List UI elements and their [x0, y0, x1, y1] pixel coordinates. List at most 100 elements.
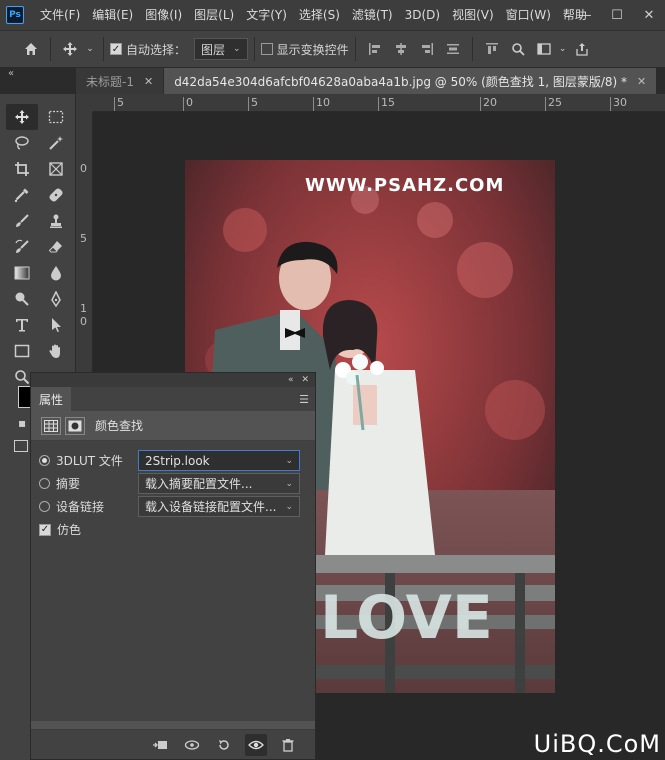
close-icon[interactable]: ✕: [144, 75, 153, 88]
search-icon[interactable]: [505, 36, 531, 62]
eye-icon[interactable]: [245, 733, 267, 756]
separator: [354, 37, 356, 61]
healing-brush-tool-icon[interactable]: [40, 182, 72, 208]
ruler-tick: 5: [117, 96, 124, 109]
crop-tool-icon[interactable]: [6, 156, 38, 182]
auto-select-dropdown[interactable]: 图层 ⌄: [194, 38, 248, 60]
lasso-tool-icon[interactable]: [6, 130, 38, 156]
gradient-tool-icon[interactable]: [6, 260, 38, 286]
dither-checkbox[interactable]: ✓: [39, 523, 51, 536]
row-dither: ✓ 仿色: [31, 518, 315, 541]
move-tool-icon[interactable]: [6, 104, 38, 130]
menu-window[interactable]: 窗口(W): [500, 0, 557, 30]
collapse-toolbox-icon[interactable]: «: [8, 68, 14, 79]
layer-mask-icon[interactable]: [65, 416, 85, 435]
brush-tool-icon[interactable]: [6, 208, 38, 234]
radio-device-link[interactable]: [39, 501, 50, 512]
show-transform-label: 显示变换控件: [276, 42, 349, 57]
path-select-tool-icon[interactable]: [40, 312, 72, 338]
type-tool-icon[interactable]: [6, 312, 38, 338]
ruler-top: 5 0 5 10 15 20 25 30: [93, 94, 665, 112]
panel-topbar: « ✕: [31, 373, 315, 387]
select-device-link-profile[interactable]: 载入设备链接配置文件... ⌄: [138, 496, 300, 517]
menu-image[interactable]: 图像(I): [139, 0, 188, 30]
frame-tool-icon[interactable]: [40, 156, 72, 182]
separator: [50, 37, 51, 61]
dodge-tool-icon[interactable]: [6, 286, 38, 312]
menu-view[interactable]: 视图(V): [446, 0, 500, 30]
home-icon[interactable]: [18, 36, 44, 62]
label-abstract: 摘要: [56, 477, 81, 491]
menu-3d[interactable]: 3D(D): [399, 0, 446, 30]
hand-tool-icon[interactable]: [40, 338, 72, 364]
window-controls: — ☐ ✕: [569, 0, 665, 30]
blur-tool-icon[interactable]: [40, 260, 72, 286]
workspace-icon[interactable]: [531, 36, 557, 62]
radio-abstract[interactable]: [39, 478, 50, 489]
select-abstract-profile[interactable]: 载入摘要配置文件... ⌄: [138, 473, 300, 494]
ruler-tick: 5: [251, 96, 258, 109]
auto-select-checkbox[interactable]: ✓: [110, 43, 122, 55]
tab-untitled[interactable]: 未标题-1 ✕: [76, 68, 165, 94]
menu-layer[interactable]: 图层(L): [188, 0, 240, 30]
rectangle-tool-icon[interactable]: [6, 338, 38, 364]
ruler-tick: 0: [186, 96, 193, 109]
row-3dlut: 3DLUT 文件 2Strip.look ⌄: [31, 449, 315, 472]
eraser-tool-icon[interactable]: [40, 234, 72, 260]
close-button[interactable]: ✕: [633, 0, 665, 30]
share-icon[interactable]: [569, 36, 595, 62]
ruler-line: [378, 97, 379, 111]
select-3dlut-value: 2Strip.look: [145, 453, 210, 468]
align-center-icon[interactable]: [388, 36, 414, 62]
ruler-tick: 30: [613, 96, 627, 109]
menu-select[interactable]: 选择(S): [293, 0, 346, 30]
magic-wand-tool-icon[interactable]: [40, 130, 72, 156]
chevron-down-icon[interactable]: ⌄: [557, 36, 569, 62]
ruler-line: [248, 97, 249, 111]
chevron-down-icon: ⌄: [285, 455, 293, 466]
history-brush-tool-icon[interactable]: [6, 234, 38, 260]
ruler-tick: 5: [80, 232, 87, 245]
properties-footer: [31, 729, 315, 759]
align-right-icon[interactable]: [414, 36, 440, 62]
move-icon[interactable]: [57, 36, 83, 62]
panel-menu-icon[interactable]: ☰: [299, 393, 309, 406]
menu-edit[interactable]: 编辑(E): [86, 0, 139, 30]
select-3dlut-file[interactable]: 2Strip.look ⌄: [138, 450, 300, 471]
align-top-icon[interactable]: [479, 36, 505, 62]
menu-type[interactable]: 文字(Y): [240, 0, 293, 30]
maximize-button[interactable]: ☐: [601, 0, 633, 30]
stamp-tool-icon[interactable]: [40, 208, 72, 234]
view-previous-state-icon[interactable]: [181, 734, 203, 756]
align-left-icon[interactable]: [362, 36, 388, 62]
adjustment-title: 颜色查找: [95, 419, 144, 433]
close-icon[interactable]: ✕: [637, 75, 646, 88]
svg-text:LOVE: LOVE: [320, 583, 493, 653]
distribute-icon[interactable]: [440, 36, 466, 62]
tab-current-document[interactable]: d42da54e304d6afcbf04628a0aba4a1b.jpg @ 5…: [164, 68, 658, 94]
close-panel-icon[interactable]: ✕: [301, 375, 309, 385]
menu-filter[interactable]: 滤镜(T): [346, 0, 399, 30]
collapse-panel-icon[interactable]: «: [288, 375, 294, 385]
adjustment-grid-icon[interactable]: [41, 416, 61, 435]
trash-icon[interactable]: [277, 734, 299, 756]
tab-properties[interactable]: 属性: [31, 387, 72, 411]
tab-label: 未标题-1: [86, 74, 134, 89]
ruler-corner: [76, 94, 93, 112]
ruler-tick: 1: [80, 302, 87, 315]
quick-mask-icon[interactable]: [14, 440, 28, 452]
ruler-tick: 0: [80, 315, 87, 328]
select-abstract-value: 载入摘要配置文件...: [145, 477, 253, 491]
menu-file[interactable]: 文件(F): [34, 0, 86, 30]
reset-icon[interactable]: [213, 734, 235, 756]
radio-3dlut[interactable]: [39, 455, 50, 466]
eyedropper-tool-icon[interactable]: [6, 182, 38, 208]
chevron-down-icon[interactable]: ⌄: [83, 36, 97, 62]
minimize-button[interactable]: —: [569, 0, 601, 30]
pen-tool-icon[interactable]: [40, 286, 72, 312]
ps-logo: Ps: [6, 6, 24, 24]
clip-to-layer-icon[interactable]: [149, 734, 171, 756]
show-transform-checkbox[interactable]: [260, 43, 273, 55]
marquee-tool-icon[interactable]: [40, 104, 72, 130]
default-colors-icon[interactable]: ▪: [18, 416, 26, 430]
